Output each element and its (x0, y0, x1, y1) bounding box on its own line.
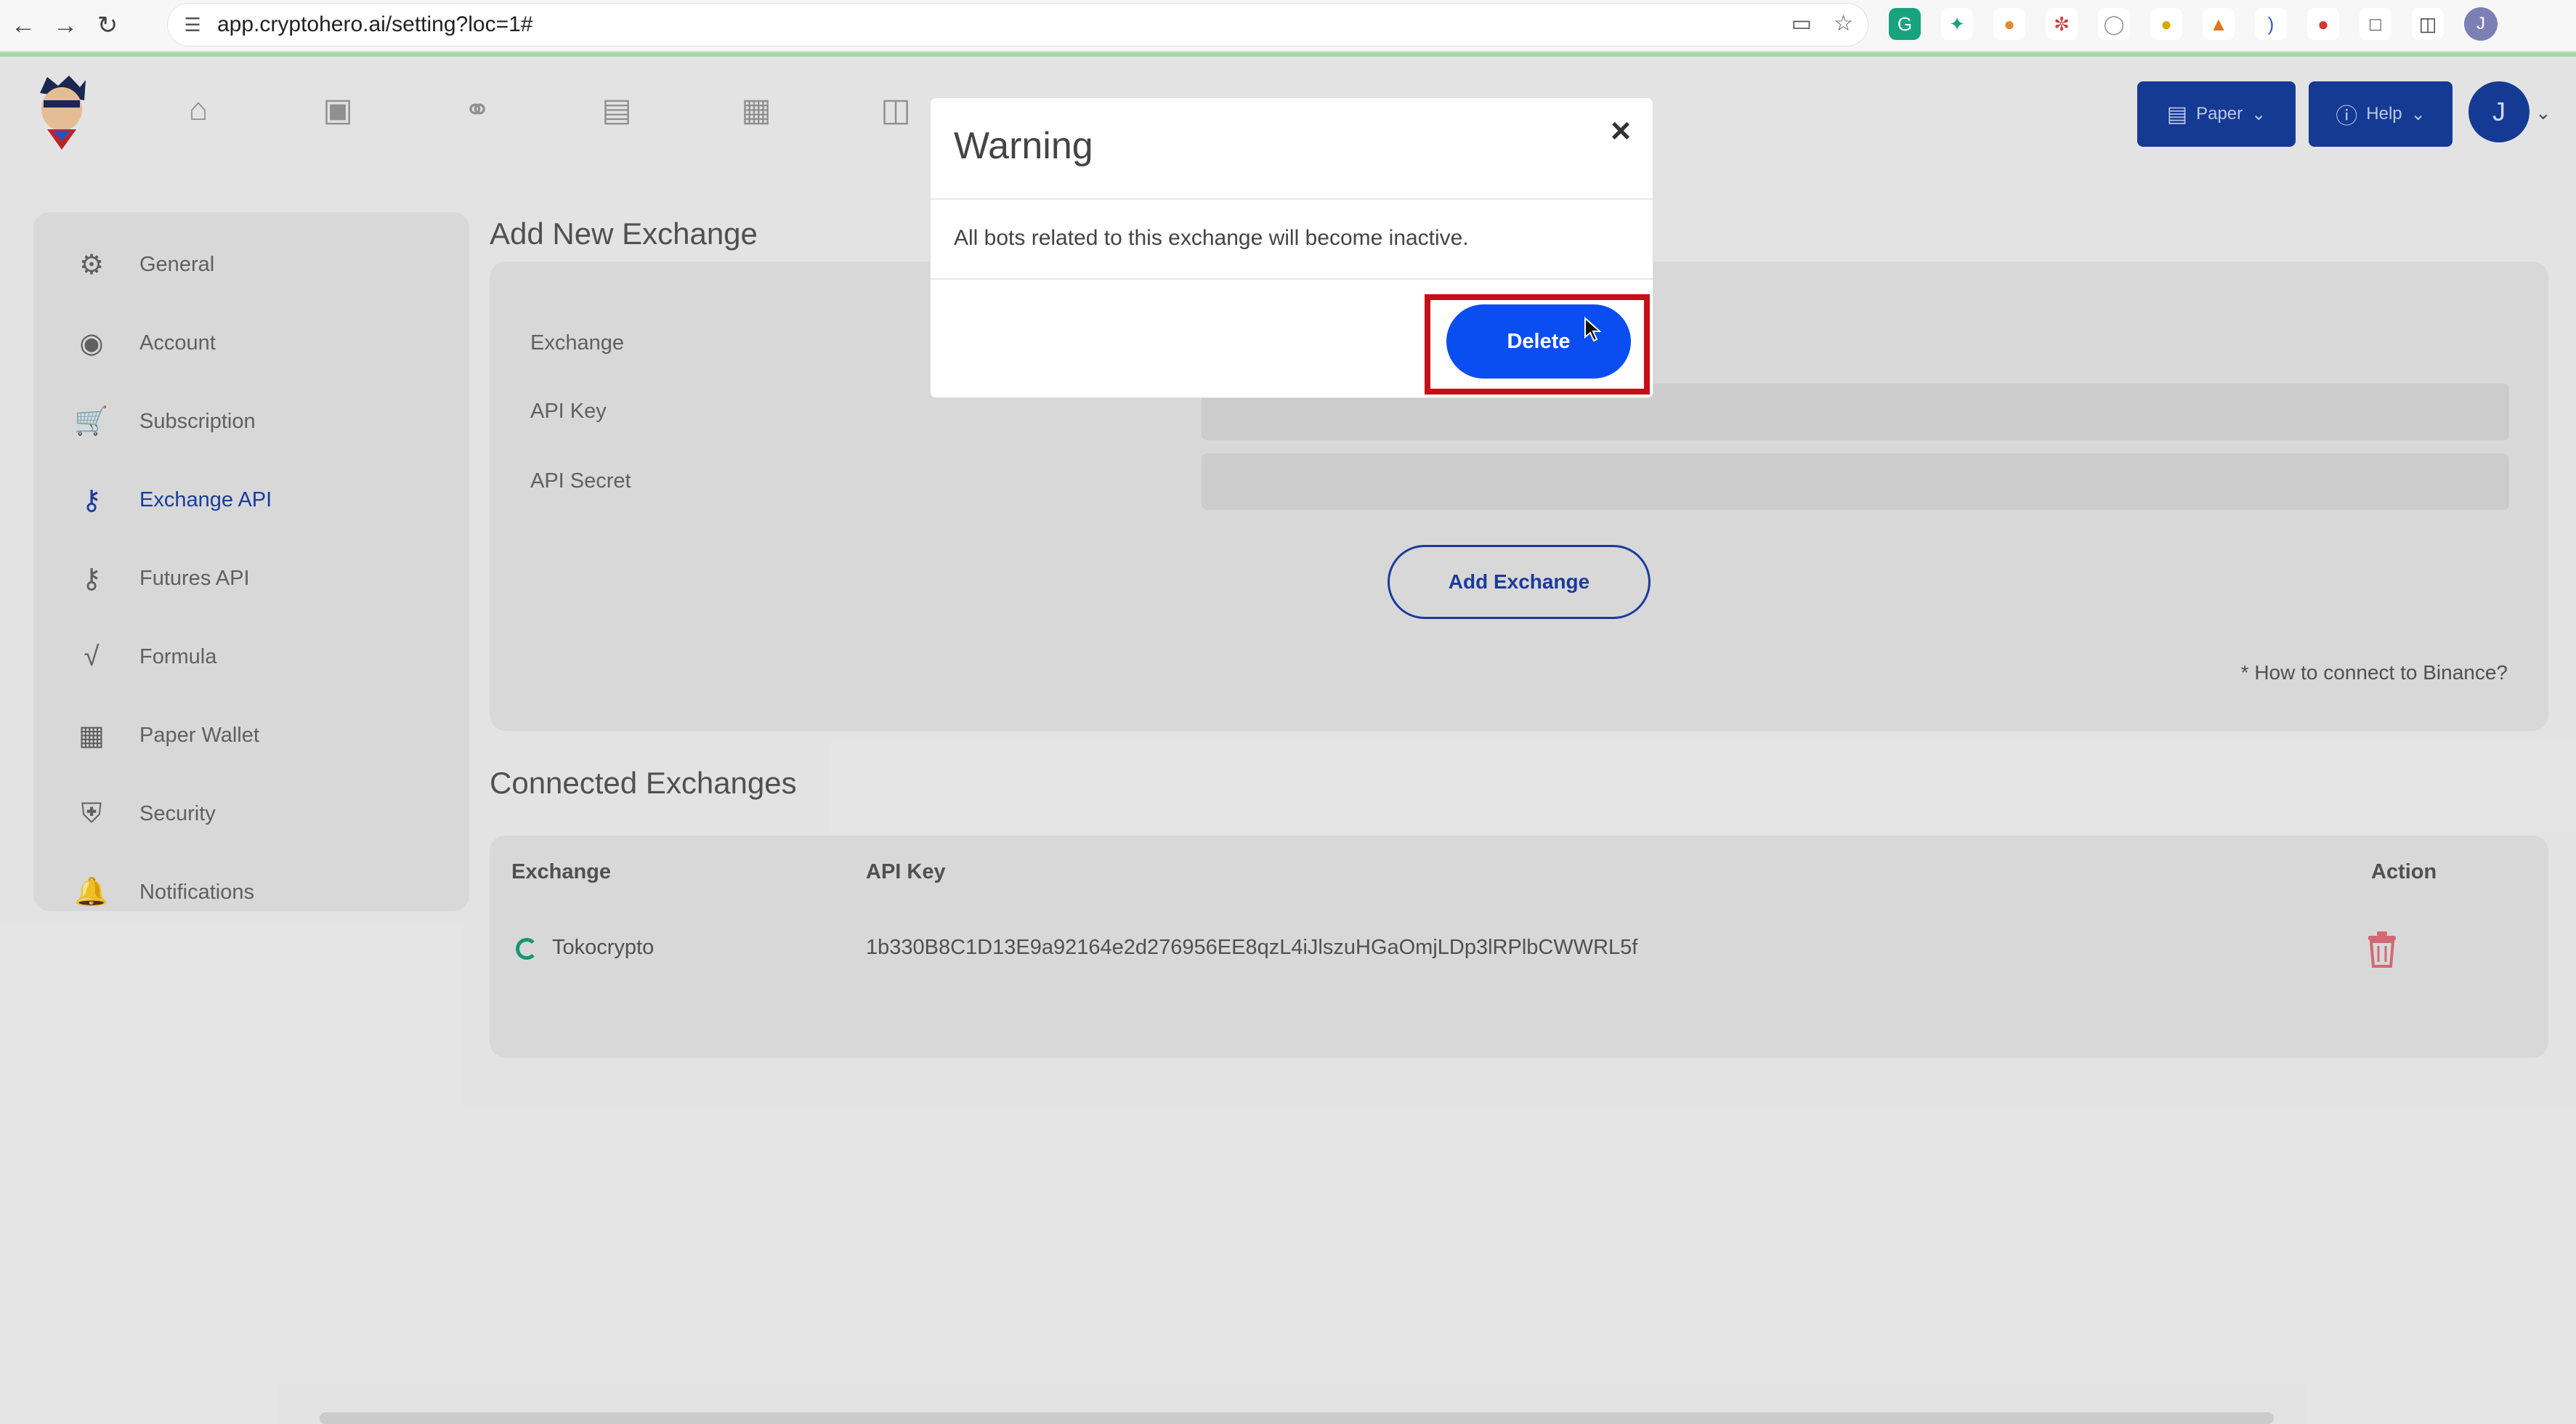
back-icon[interactable]: ← (4, 7, 42, 44)
extensions-bar: G ✦ ● ✼ ◯ ● ▲ ) ● □ ◫ J (1889, 7, 2498, 41)
puzzle-extensions-icon[interactable]: □ (2360, 8, 2391, 40)
divider (931, 198, 1653, 200)
dialog-title: Warning (954, 125, 1093, 167)
dialog-message: All bots related to this exchange will b… (954, 226, 1469, 250)
extension-icon[interactable]: ✦ (1941, 8, 1973, 40)
bookmark-star-icon[interactable]: ☆ (1834, 11, 1853, 36)
reload-icon[interactable]: ↻ (89, 7, 126, 44)
grammarly-extension-icon[interactable]: G (1889, 8, 1921, 40)
install-app-icon[interactable]: ▭ (1791, 11, 1812, 36)
forward-icon[interactable]: → (46, 7, 84, 44)
metamask-extension-icon[interactable]: ▲ (2203, 8, 2235, 40)
extension-icon[interactable]: ● (1993, 8, 2025, 40)
extension-icon[interactable]: ● (2307, 8, 2339, 40)
browser-profile-avatar[interactable]: J (2464, 7, 2498, 41)
side-panel-icon[interactable]: ◫ (2412, 8, 2444, 40)
warning-dialog: Warning × All bots related to this excha… (930, 97, 1653, 398)
browser-toolbar: ← → ↻ ☰ app.cryptohero.ai/setting?loc=1#… (0, 0, 2576, 52)
mouse-cursor-icon (1584, 317, 1602, 342)
address-bar[interactable]: ☰ app.cryptohero.ai/setting?loc=1# ▭ ☆ (167, 3, 1868, 46)
divider (931, 278, 1653, 280)
shield-extension-icon[interactable]: ◯ (2098, 8, 2130, 40)
close-icon[interactable]: × (1611, 111, 1631, 151)
extension-badge-icon[interactable]: ● (2150, 8, 2182, 40)
site-settings-icon[interactable]: ☰ (178, 10, 207, 39)
url-text[interactable]: app.cryptohero.ai/setting?loc=1# (217, 12, 532, 37)
extension-icon[interactable]: ) (2255, 8, 2287, 40)
delete-button[interactable]: Delete (1446, 304, 1631, 379)
color-wheel-extension-icon[interactable]: ✼ (2046, 8, 2078, 40)
